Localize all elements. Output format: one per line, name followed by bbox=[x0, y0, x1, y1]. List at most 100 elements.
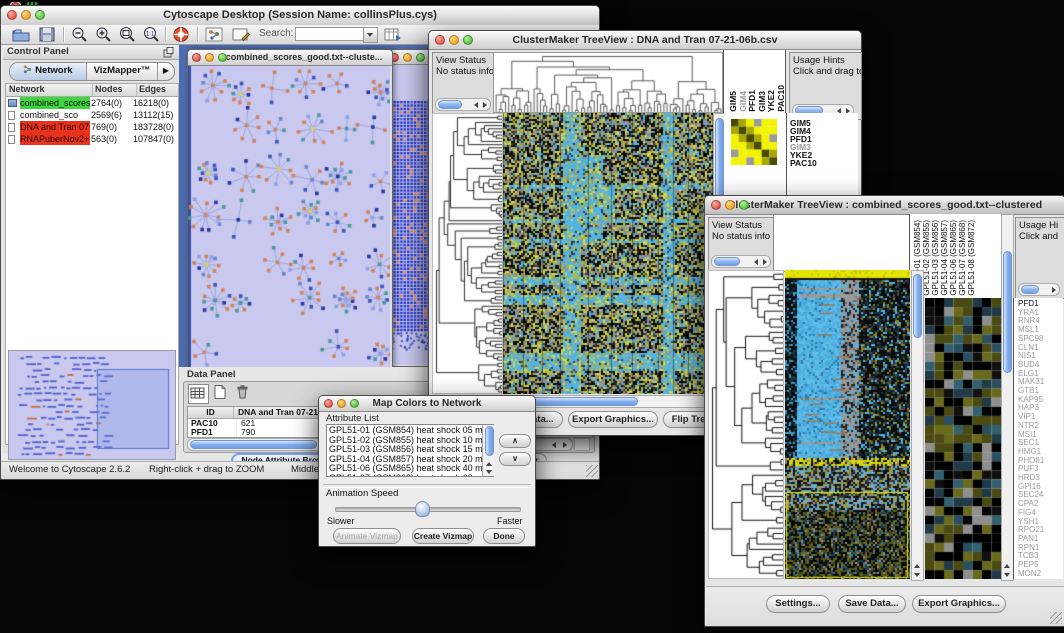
attribute-list-item[interactable]: GPL51-02 (GSM855) heat shock 10 min bbox=[329, 436, 493, 446]
row-label[interactable]: YSH1 bbox=[1018, 518, 1063, 527]
zoom-selected-icon[interactable] bbox=[117, 26, 137, 43]
row-label[interactable]: MAK31 bbox=[1018, 378, 1063, 387]
close-button[interactable] bbox=[7, 10, 17, 20]
view-status-scrollbar[interactable] bbox=[435, 98, 491, 111]
network-table-row[interactable]: combined_scores 2764(0) 16218(0) bbox=[6, 97, 178, 109]
zoom-fit-icon[interactable]: 1:1 bbox=[141, 26, 161, 43]
column-label[interactable]: PFD1 bbox=[748, 90, 757, 112]
attribute-list-item[interactable]: GPL51-04 (GSM857) heat shock 20 min bbox=[329, 455, 493, 465]
save-icon[interactable] bbox=[37, 26, 57, 43]
attribute-list-item[interactable]: GPL51-07 (GSM868) heat shock 60 min bbox=[329, 474, 493, 478]
tab-overflow-button[interactable]: ▶ bbox=[158, 63, 174, 80]
row-label[interactable]: NTR2 bbox=[1018, 422, 1063, 431]
zoom-button[interactable] bbox=[35, 10, 45, 20]
scrollbar-thumb[interactable] bbox=[913, 274, 922, 338]
column-label[interactable]: GIM5 bbox=[729, 91, 738, 112]
close-button[interactable] bbox=[192, 53, 201, 62]
row-label[interactable]: GPI16 bbox=[1018, 483, 1063, 492]
column-label[interactable]: GIM3 bbox=[758, 91, 767, 112]
search-dropdown-button[interactable] bbox=[363, 27, 378, 43]
window-controls[interactable] bbox=[711, 200, 749, 210]
network-table-row[interactable]: combined_sco 2569(6) 13112(15) bbox=[6, 109, 178, 121]
close-button[interactable] bbox=[435, 35, 445, 45]
row-label[interactable]: GIM5 bbox=[790, 119, 858, 127]
zoom-button[interactable] bbox=[350, 399, 359, 408]
column-label[interactable]: PAC10 bbox=[777, 85, 786, 112]
row-label[interactable]: PHO81 bbox=[1018, 457, 1063, 466]
resize-grip[interactable] bbox=[1050, 612, 1062, 624]
new-attribute-button[interactable] bbox=[211, 384, 230, 402]
row-label[interactable]: VIP1 bbox=[1018, 413, 1063, 422]
row-label[interactable]: RNR4 bbox=[1018, 317, 1063, 326]
window-controls[interactable] bbox=[390, 53, 425, 62]
minimize-button[interactable] bbox=[21, 10, 31, 20]
row-label[interactable]: MON2 bbox=[1018, 570, 1063, 579]
row-label[interactable]: SPC98 bbox=[1018, 335, 1063, 344]
row-label[interactable]: RPO21 bbox=[1018, 526, 1063, 535]
column-label[interactable]: GPL51-02 (GSM855) bbox=[923, 220, 931, 296]
row-label[interactable]: YKE2 bbox=[790, 151, 858, 159]
zoom-in-icon[interactable] bbox=[93, 26, 113, 43]
row-label[interactable]: ELG1 bbox=[1018, 370, 1063, 379]
zoom-button[interactable] bbox=[739, 200, 749, 210]
done-button[interactable]: Done bbox=[483, 528, 525, 544]
row-label[interactable]: MSL1 bbox=[1018, 326, 1063, 335]
minimize-button[interactable] bbox=[205, 53, 214, 62]
close-button[interactable] bbox=[711, 200, 721, 210]
view-status-scrollbar[interactable] bbox=[711, 255, 771, 268]
export-graphics-button[interactable]: Export Graphics... bbox=[912, 595, 1006, 613]
window-controls[interactable] bbox=[324, 399, 359, 408]
column-label[interactable]: GPL51-07 (GSM868) bbox=[959, 220, 967, 296]
scroll-up-icon[interactable] bbox=[1004, 564, 1010, 568]
scroll-left-icon[interactable] bbox=[474, 102, 478, 108]
row-label[interactable]: YRA1 bbox=[1018, 309, 1063, 318]
import-table-icon[interactable] bbox=[383, 26, 403, 43]
slider-thumb[interactable] bbox=[415, 501, 430, 517]
global-heatmap[interactable] bbox=[785, 270, 910, 579]
scroll-down-icon[interactable] bbox=[1004, 573, 1010, 577]
window-controls[interactable] bbox=[192, 53, 227, 62]
column-label[interactable]: GPL51-03 (GSM856) bbox=[932, 220, 940, 296]
scroll-right-icon[interactable] bbox=[483, 102, 487, 108]
row-label[interactable]: CLN1 bbox=[1018, 344, 1063, 353]
scroll-left-icon[interactable] bbox=[552, 442, 556, 448]
scrollbar-thumb[interactable] bbox=[1003, 251, 1012, 373]
move-down-button[interactable]: ∨ bbox=[499, 452, 531, 466]
row-label[interactable]: PEP5 bbox=[1018, 561, 1063, 570]
row-dendrogram[interactable] bbox=[708, 270, 784, 579]
save-data-button[interactable]: Save Data... bbox=[838, 595, 906, 613]
minimize-button[interactable] bbox=[725, 200, 735, 210]
open-file-icon[interactable] bbox=[11, 26, 31, 43]
column-dendrogram[interactable] bbox=[493, 52, 723, 113]
column-label[interactable]: GIM4 bbox=[739, 91, 748, 112]
resize-grip[interactable] bbox=[586, 465, 598, 477]
scroll-right-icon[interactable] bbox=[1052, 287, 1056, 293]
treeview-combined-titlebar[interactable]: ClusterMaker TreeView : combined_scores_… bbox=[705, 196, 1064, 215]
scrollbar-thumb[interactable] bbox=[714, 257, 740, 266]
row-label[interactable]: RPN1 bbox=[1018, 544, 1063, 553]
tab-vizmapper[interactable]: VizMapper™ bbox=[87, 63, 158, 80]
network-table-row[interactable]: DNA and Tran 07 769(0) 183728(0) bbox=[6, 121, 178, 133]
row-label[interactable]: KAP95 bbox=[1018, 396, 1063, 405]
export-graphics-button[interactable]: Export Graphics... bbox=[568, 411, 658, 428]
close-button[interactable] bbox=[324, 399, 333, 408]
row-label[interactable]: PAN1 bbox=[1018, 535, 1063, 544]
move-up-button[interactable]: ∧ bbox=[499, 434, 531, 448]
attr-col-id[interactable]: ID bbox=[188, 407, 234, 418]
minimize-button[interactable] bbox=[449, 35, 459, 45]
column-label[interactable]: GPL51-08 (GSM872) bbox=[968, 220, 976, 296]
float-panel-icon[interactable] bbox=[163, 47, 174, 58]
row-label[interactable]: GIM3 bbox=[790, 143, 858, 151]
column-dendrogram-area[interactable] bbox=[773, 214, 911, 272]
network-overview-panel[interactable] bbox=[8, 350, 176, 460]
usage-hints-scrollbar[interactable] bbox=[1018, 283, 1060, 296]
scroll-left-icon[interactable] bbox=[754, 259, 758, 265]
treeview-dna-titlebar[interactable]: ClusterMaker TreeView : DNA and Tran 07-… bbox=[429, 31, 861, 50]
attribute-list-item[interactable]: GPL51-06 (GSM865) heat shock 40 min bbox=[329, 464, 493, 474]
scroll-right-icon[interactable] bbox=[763, 259, 767, 265]
row-label[interactable]: PFD1 bbox=[790, 135, 858, 143]
scrollbar-thumb[interactable] bbox=[485, 426, 494, 456]
scroll-down-icon[interactable] bbox=[914, 573, 920, 577]
dialog-titlebar[interactable]: Map Colors to Network bbox=[319, 396, 535, 412]
scroll-right-icon[interactable] bbox=[563, 442, 567, 448]
